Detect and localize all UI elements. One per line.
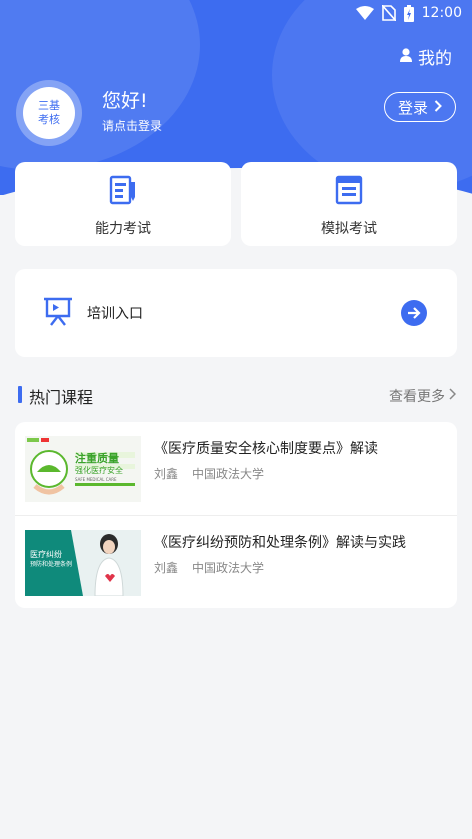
ability-exam-label: 能力考试	[95, 221, 151, 237]
course-org: 中国政法大学	[192, 561, 265, 575]
course-thumbnail: 医疗纠纷 预防和处理条例	[25, 530, 141, 596]
status-time: 12:00	[421, 5, 462, 21]
course-meta: 刘鑫 中国政法大学	[154, 465, 264, 482]
view-more-link[interactable]: 查看更多	[389, 386, 457, 406]
course-title[interactable]: 《医疗纠纷预防和处理条例》解读与实践	[154, 532, 406, 552]
chevron-right-icon	[449, 388, 457, 404]
training-entry-card[interactable]: 培训入口	[15, 269, 457, 357]
training-board-icon	[42, 295, 74, 331]
arrow-right-circle-icon[interactable]	[401, 300, 427, 326]
mock-paper-icon	[334, 174, 364, 210]
status-bar: 12:00	[355, 0, 472, 26]
list-item[interactable]: 医疗纠纷 预防和处理条例 《医疗纠纷预防和处理条例》解读与实践 刘鑫 中国政法大学	[15, 515, 457, 609]
mock-exam-card[interactable]: 模拟考试	[241, 162, 457, 246]
popular-courses-title: 热门课程	[29, 388, 94, 407]
mine-link[interactable]: 我的	[400, 44, 452, 69]
course-org: 中国政法大学	[192, 467, 265, 481]
wifi-icon	[355, 6, 374, 20]
thumbnail-caption: 医疗纠纷 预防和处理条例	[30, 550, 73, 568]
avatar-text-bottom: 考核	[38, 113, 60, 126]
login-prompt[interactable]: 请点击登录	[102, 117, 162, 134]
course-teacher: 刘鑫	[154, 561, 179, 575]
view-more-label: 查看更多	[389, 389, 445, 405]
thumbnail-caption: 注重质量 强化医疗安全 SAFE MEDICAL CARE	[75, 452, 123, 483]
user-icon	[400, 47, 412, 67]
mine-label: 我的	[418, 49, 452, 69]
avatar-logo: 三基 考核	[23, 87, 75, 139]
list-item[interactable]: 注重质量 强化医疗安全 SAFE MEDICAL CARE 《医疗质量安全核心制…	[15, 422, 457, 515]
avatar-text-top: 三基	[38, 99, 60, 112]
course-thumbnail: 注重质量 强化医疗安全 SAFE MEDICAL CARE	[25, 436, 141, 502]
battery-icon	[403, 4, 414, 22]
course-title[interactable]: 《医疗质量安全核心制度要点》解读	[154, 438, 378, 458]
no-sim-icon	[381, 5, 396, 21]
training-entry-label: 培训入口	[87, 306, 143, 322]
greeting: 您好!	[102, 90, 148, 112]
course-list: 注重质量 强化医疗安全 SAFE MEDICAL CARE 《医疗质量安全核心制…	[15, 422, 457, 608]
ability-exam-card[interactable]: 能力考试	[15, 162, 231, 246]
section-marker	[18, 386, 22, 403]
course-teacher: 刘鑫	[154, 467, 179, 481]
exam-paper-icon	[108, 174, 138, 210]
chevron-right-icon	[434, 98, 442, 116]
login-button-label: 登录	[397, 98, 428, 117]
login-button[interactable]: 登录	[384, 92, 456, 122]
course-meta: 刘鑫 中国政法大学	[154, 559, 264, 576]
avatar[interactable]: 三基 考核	[16, 80, 82, 146]
mock-exam-label: 模拟考试	[321, 221, 377, 237]
